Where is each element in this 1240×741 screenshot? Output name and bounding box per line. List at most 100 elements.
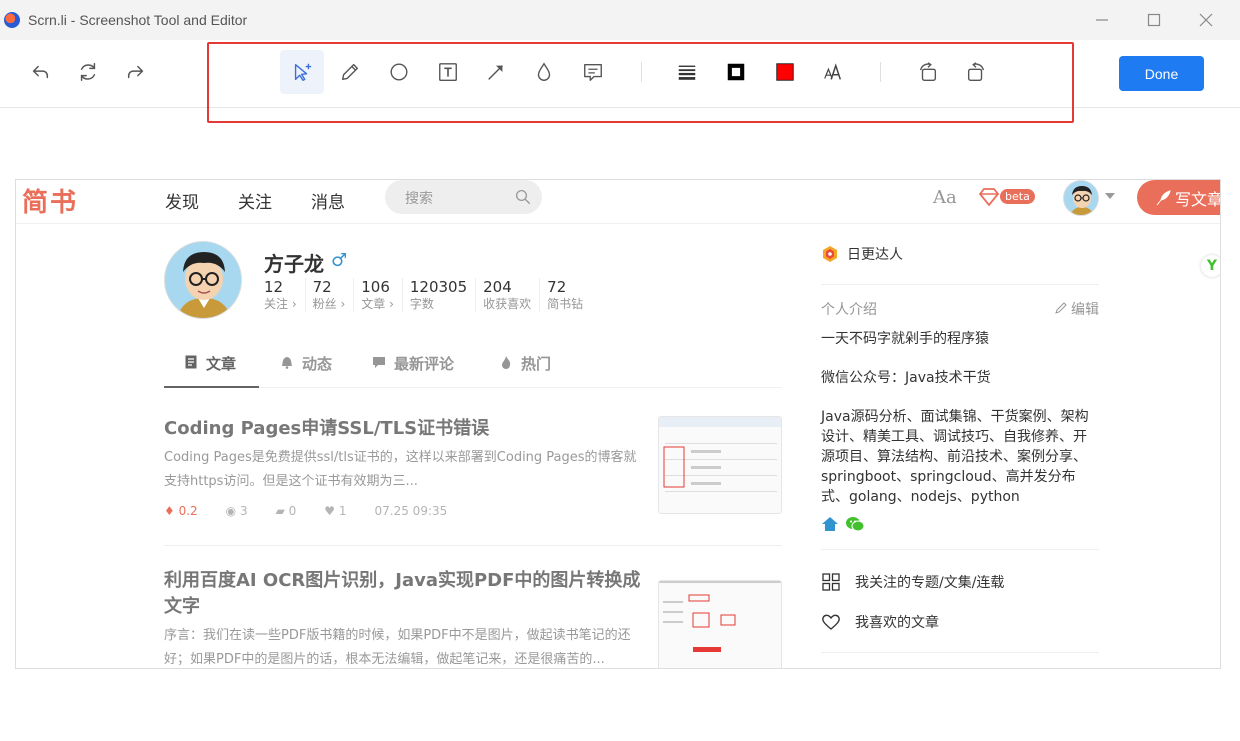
floating-badge: Y <box>1201 255 1220 277</box>
link-label: 我喜欢的文章 <box>855 615 939 631</box>
maximize-button[interactable] <box>1128 0 1180 40</box>
rotate-left-icon <box>919 62 937 81</box>
stat-label: 字数 <box>409 297 434 311</box>
search-placeholder: 搜索 <box>405 191 433 207</box>
fill-color-button[interactable] <box>763 50 807 94</box>
article-abstract: 序言：我们在读一些PDF版书籍的时候，如果PDF中不是图片，做起读书笔记的还好；… <box>164 628 631 667</box>
tab-articles: 文章 <box>164 350 259 388</box>
ellipse-tool-button[interactable] <box>377 50 421 94</box>
close-icon <box>1199 13 1213 27</box>
font-setting-aa: Aa <box>933 187 957 208</box>
maximize-icon <box>1147 13 1161 27</box>
stat-label: 收获喜欢 <box>483 297 532 311</box>
profile-stats: 12 关注 › 72 粉丝 › 106 文章 › 120305 字数 204 收… <box>264 278 598 312</box>
reset-button[interactable] <box>66 50 110 94</box>
tab-label: 最新评论 <box>394 355 455 373</box>
title-bar: Scrn.li - Screenshot Tool and Editor <box>0 0 1240 40</box>
meta-likes: ♥ 1 <box>324 504 347 518</box>
write-article-label: 写文章 <box>1175 189 1221 209</box>
article-abstract: Coding Pages是免费提供ssl/tls证书的，这样以来部署到Codin… <box>164 450 637 489</box>
stat-number: 12 <box>264 278 284 296</box>
edit-pencil-icon <box>1054 302 1067 314</box>
toolbar-divider <box>880 62 881 82</box>
male-gender-icon: ♂ <box>331 250 348 271</box>
redo-button[interactable] <box>114 50 158 94</box>
search-icon <box>515 189 531 205</box>
comment-bubble-icon <box>373 357 385 368</box>
arrow-icon <box>488 65 503 80</box>
rotate-left-button[interactable] <box>906 50 950 94</box>
intro-title: 个人介绍 <box>821 302 877 318</box>
editor-toolbar <box>0 40 1240 108</box>
daily-writer-badge: 日更达人 <box>821 244 1099 264</box>
nav-discover: 发现 <box>165 193 199 213</box>
captured-screenshot[interactable]: 简书 发现 关注 消息 搜索 Aa beta 写文章 方子龙 ♂ 12 关注 ›… <box>15 179 1221 669</box>
stat-articles: 106 文章 › <box>361 278 403 312</box>
article-item: 利用百度AI OCR图片识别，Java实现PDF中的图片转换成文字 序言：我们在… <box>164 568 644 668</box>
comment-icon <box>584 63 602 81</box>
redo-icon <box>127 65 144 79</box>
article-item: Coding Pages申请SSL/TLS证书错误 Coding Pages是免… <box>164 416 644 518</box>
stat-label: 文章 › <box>361 297 394 311</box>
ellipse-icon <box>390 63 408 81</box>
stat-label: 简书钻 <box>547 297 584 311</box>
close-button[interactable] <box>1180 0 1232 40</box>
window-title: Scrn.li - Screenshot Tool and Editor <box>28 12 248 28</box>
blur-drop-icon <box>537 62 551 81</box>
article-thumbnail <box>658 580 782 668</box>
likes-value: 1 <box>338 504 347 518</box>
text-tool-button[interactable] <box>426 50 470 94</box>
jianshu-navbar: 简书 发现 关注 消息 搜索 Aa beta 写文章 <box>16 180 1221 224</box>
profile-tabs: 文章 动态 最新评论 热门 <box>164 350 782 388</box>
toolbar-divider <box>641 62 642 82</box>
bell-icon <box>282 357 292 369</box>
sidebar-divider <box>821 549 1099 550</box>
comments-value: 0 <box>288 504 297 518</box>
article-title: 利用百度AI OCR图片识别，Java实现PDF中的图片转换成文字 <box>164 570 641 617</box>
article-title: Coding Pages申请SSL/TLS证书错误 <box>164 418 490 439</box>
line-width-button[interactable] <box>665 50 709 94</box>
stat-number: 72 <box>547 278 567 296</box>
edit-label: 编辑 <box>1071 302 1099 318</box>
tab-hot: 热门 <box>499 350 551 388</box>
stat-number: 120305 <box>409 278 468 296</box>
arrow-tool-button[interactable] <box>474 50 518 94</box>
profile-name: 方子龙 <box>264 252 324 276</box>
undo-button[interactable] <box>18 50 62 94</box>
stat-number: 72 <box>312 278 332 296</box>
stat-word-count: 120305 字数 <box>409 278 477 312</box>
font-size-icon <box>824 63 842 80</box>
stat-likes-received: 204 收获喜欢 <box>483 278 541 312</box>
app-window: Scrn.li - Screenshot Tool and Editor Don… <box>0 0 1240 741</box>
font-size-button[interactable] <box>811 50 855 94</box>
comment-tool-button[interactable] <box>571 50 615 94</box>
tab-label: 文章 <box>206 355 237 373</box>
views-value: 3 <box>239 504 248 518</box>
social-icons <box>821 515 1099 533</box>
nav-follow: 关注 <box>238 193 272 213</box>
thumbnail-image <box>659 417 781 492</box>
rotate-right-button[interactable] <box>954 50 998 94</box>
profile-avatar <box>164 241 242 319</box>
avatar-cartoon-icon <box>1064 181 1098 215</box>
line-width-icon <box>678 65 696 80</box>
meta-views: ◉ 3 <box>225 504 248 518</box>
select-tool-button[interactable] <box>280 50 324 94</box>
fire-icon <box>502 356 511 369</box>
stat-following: 12 关注 › <box>264 278 306 312</box>
blur-tool-button[interactable] <box>522 50 566 94</box>
grid-icon <box>822 573 840 591</box>
refresh-icon <box>80 63 96 81</box>
done-button[interactable]: Done <box>1119 56 1204 91</box>
chevron-down-icon <box>1105 193 1115 199</box>
stat-label: 关注 › <box>264 297 297 311</box>
article-thumbnail <box>658 416 782 514</box>
feather-pen-icon <box>1156 189 1171 205</box>
fill-color-icon <box>776 63 794 81</box>
pencil-tool-button[interactable] <box>328 50 372 94</box>
minimize-button[interactable] <box>1076 0 1128 40</box>
followed-collections-link: 我关注的专题/文集/连载 <box>821 572 1099 592</box>
stroke-color-button[interactable] <box>714 50 758 94</box>
liked-articles-link: 我喜欢的文章 <box>821 612 1099 632</box>
meta-diamond: ♦ 0.2 <box>164 504 198 518</box>
